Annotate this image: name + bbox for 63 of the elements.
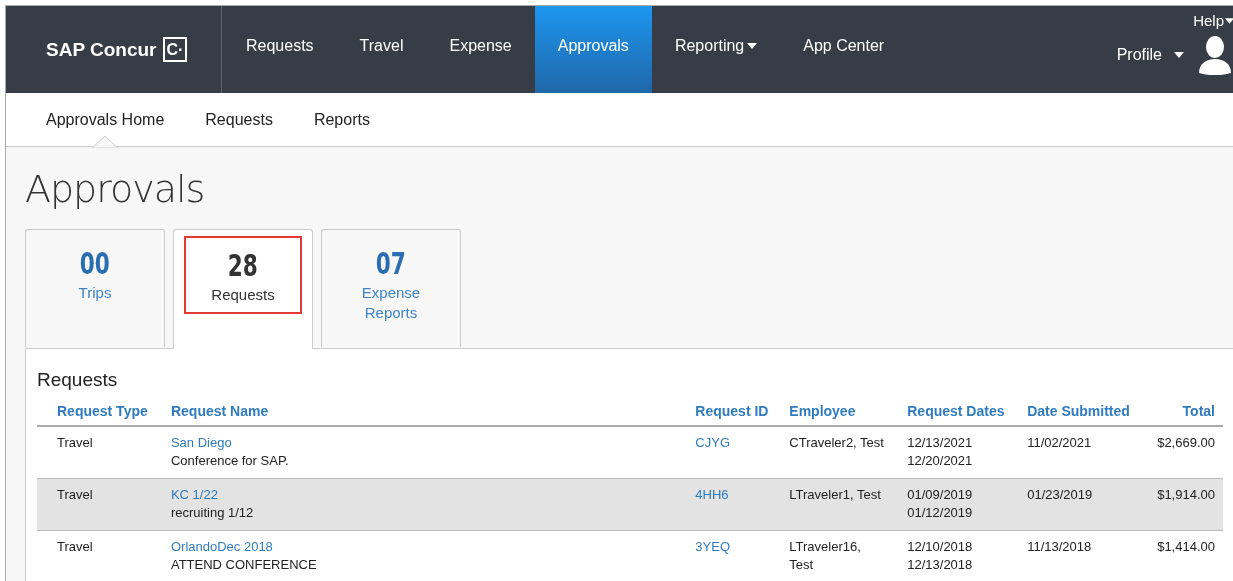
table-cell: 11/13/2018 bbox=[1027, 539, 1092, 554]
table-cell: 12/10/2018 bbox=[907, 539, 973, 554]
table-cell: LTraveler1, Test bbox=[789, 487, 881, 502]
request-description: ATTEND CONFERENCE bbox=[170, 557, 317, 572]
caret-icon bbox=[747, 42, 758, 49]
request-name-link[interactable]: San Diego bbox=[170, 435, 232, 450]
help-menu[interactable]: Help bbox=[1193, 12, 1233, 29]
tab-count: 00 bbox=[79, 247, 111, 281]
tab-label: Trips bbox=[77, 283, 113, 303]
column-header[interactable]: Employee bbox=[769, 403, 888, 426]
summary-tab[interactable]: 00 Trips bbox=[25, 229, 165, 347]
nav-tab[interactable]: App Center bbox=[780, 6, 908, 93]
brand-logo-text: SAP Concur bbox=[46, 38, 157, 61]
subnav-link[interactable]: Reports bbox=[313, 110, 370, 129]
table-cell: CTraveler2, Test bbox=[789, 435, 884, 450]
nav-tab[interactable]: Approvals bbox=[534, 6, 652, 93]
request-name-link[interactable]: OrlandoDec 2018 bbox=[170, 539, 273, 554]
section-title: Requests bbox=[37, 369, 119, 391]
nav-tab[interactable]: Requests bbox=[222, 6, 337, 93]
table-cell: 01/09/2019 bbox=[907, 487, 973, 502]
tab-label: Expense Reports bbox=[360, 283, 422, 323]
summary-tab[interactable]: 07 Expense Reports bbox=[321, 229, 461, 347]
page-title: Approvals bbox=[25, 167, 206, 211]
nav-tab[interactable]: Travel bbox=[336, 6, 427, 93]
table-cell: 12/20/2021 bbox=[907, 453, 973, 468]
summary-tab[interactable]: 28 Requests bbox=[173, 229, 313, 349]
table-cell: Test bbox=[789, 557, 814, 572]
column-header[interactable]: Request Type bbox=[37, 403, 151, 426]
table-cell: Travel bbox=[57, 539, 93, 554]
request-description: recruiting 1/12 bbox=[170, 505, 254, 520]
table-cell: $2,669.00 bbox=[1157, 435, 1215, 450]
table-cell: $1,914.00 bbox=[1157, 487, 1215, 502]
column-header[interactable]: Request Dates bbox=[887, 403, 1008, 426]
request-description: Conference for SAP. bbox=[170, 453, 289, 468]
column-header[interactable]: Request ID bbox=[675, 403, 770, 426]
tab-count: 07 bbox=[376, 247, 406, 281]
caret-icon bbox=[1174, 52, 1184, 58]
column-header[interactable]: Total bbox=[1137, 403, 1223, 426]
tab-label: Requests bbox=[210, 285, 276, 305]
nav-tab[interactable]: Reporting bbox=[651, 6, 781, 93]
subnav-link[interactable]: Requests bbox=[205, 110, 273, 129]
table-cell: Travel bbox=[57, 487, 93, 502]
table-cell: $1,414.00 bbox=[1157, 539, 1215, 554]
table-cell: 01/23/2019 bbox=[1027, 487, 1093, 502]
tab-count: 28 bbox=[228, 249, 258, 283]
request-id-link[interactable]: 4HH6 bbox=[695, 487, 729, 502]
table-cell: 11/02/2021 bbox=[1027, 435, 1092, 450]
profile-menu[interactable]: Profile bbox=[1116, 46, 1184, 64]
request-name-link[interactable]: KC 1/22 bbox=[170, 487, 218, 502]
request-id-link[interactable]: 3YEQ bbox=[695, 539, 730, 554]
table-cell: LTraveler16, bbox=[789, 539, 861, 554]
table-cell: 01/12/2019 bbox=[907, 505, 973, 520]
user-avatar-icon[interactable] bbox=[1198, 35, 1232, 75]
subnav-link[interactable]: Approvals Home bbox=[46, 110, 165, 129]
column-header[interactable]: Date Submitted bbox=[1007, 403, 1138, 426]
request-id-link[interactable]: CJYG bbox=[695, 435, 730, 450]
column-header[interactable]: Request Name bbox=[150, 403, 676, 426]
table-cell: 12/13/2021 bbox=[907, 435, 973, 450]
caret-icon bbox=[1225, 17, 1233, 24]
brand-logo-mark: C· bbox=[162, 37, 188, 62]
nav-tab[interactable]: Expense bbox=[426, 6, 535, 93]
table-cell: Travel bbox=[57, 435, 93, 450]
table-cell: 12/13/2018 bbox=[907, 557, 973, 572]
